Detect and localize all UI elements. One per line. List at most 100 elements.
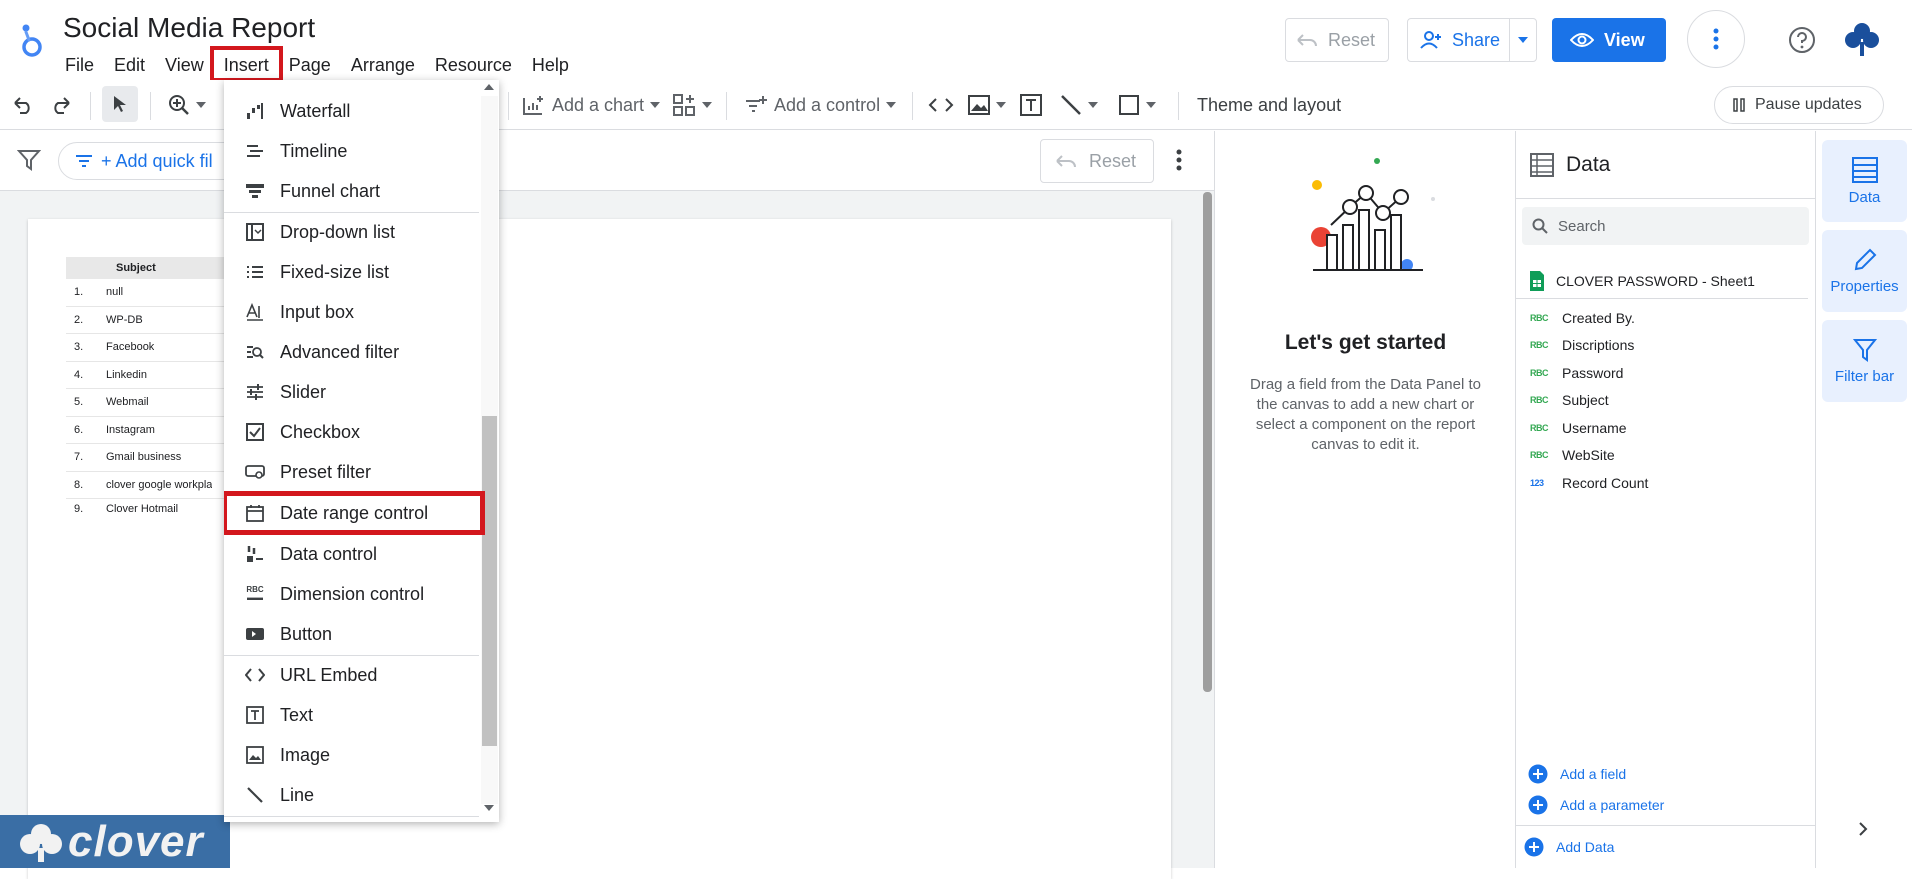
data-source-item[interactable]: CLOVER PASSWORD - Sheet1	[1516, 263, 1808, 299]
caret-down-icon	[1146, 102, 1156, 108]
url-embed-icon[interactable]	[928, 90, 954, 120]
field-item[interactable]: RBC Discriptions	[1530, 331, 1634, 358]
image-icon	[244, 744, 266, 766]
help-icon[interactable]	[1788, 26, 1816, 54]
menu-item-label: Drop-down list	[280, 221, 396, 242]
line-icon	[244, 784, 266, 806]
looker-studio-logo-icon[interactable]	[18, 20, 48, 58]
add-control-button[interactable]: Add a control	[744, 90, 897, 120]
add-data-label: Add Data	[1556, 839, 1615, 855]
code-icon	[244, 664, 266, 686]
avatar[interactable]	[1843, 20, 1881, 58]
report-title[interactable]: Social Media Report	[63, 12, 315, 44]
data-search-input[interactable]: Search	[1522, 207, 1809, 245]
menu-help[interactable]: Help	[522, 50, 579, 78]
menu-item-preset-filter[interactable]: Preset filter	[224, 453, 479, 491]
rail-properties-tab[interactable]: Properties	[1822, 230, 1907, 312]
add-chart-button[interactable]: Add a chart	[522, 90, 661, 120]
more-options-button[interactable]	[1687, 10, 1745, 68]
menu-item-line[interactable]: Line	[224, 776, 479, 814]
line-button[interactable]	[1060, 90, 1098, 120]
zoom-button[interactable]	[168, 90, 206, 120]
menu-item-timeline[interactable]: Timeline	[224, 132, 479, 170]
menu-arrange[interactable]: Arrange	[341, 50, 425, 78]
menu-item-date-range-control[interactable]: Date range control	[224, 491, 485, 535]
clover-watermark: clover	[0, 815, 230, 868]
community-visualizations-button[interactable]	[672, 90, 712, 120]
data-control-icon	[244, 543, 266, 565]
menu-item-image[interactable]: Image	[224, 736, 479, 774]
field-item[interactable]: RBC WebSite	[1530, 441, 1615, 468]
rail-properties-label: Properties	[1830, 277, 1899, 295]
redo-icon[interactable]	[50, 90, 72, 120]
search-icon	[1532, 218, 1548, 234]
add-field-button[interactable]: Add a field	[1528, 760, 1626, 788]
menu-view[interactable]: View	[155, 50, 214, 78]
share-button[interactable]: Share	[1407, 18, 1510, 62]
text-icon	[244, 704, 266, 726]
canvas-scrollbar[interactable]	[1203, 192, 1212, 692]
menu-page[interactable]: Page	[279, 50, 341, 78]
pause-updates-button[interactable]: Pause updates	[1714, 86, 1884, 124]
reset-button[interactable]: Reset	[1285, 18, 1389, 62]
menu-insert[interactable]: Insert	[209, 46, 283, 82]
menu-item-drop-down-list[interactable]: Drop-down list	[224, 213, 479, 251]
menu-item-funnel-chart[interactable]: Funnel chart	[224, 172, 479, 210]
menu-item-label: URL Embed	[280, 664, 378, 685]
filter-reset-button[interactable]: Reset	[1040, 139, 1154, 183]
menu-item-label: Date range control	[280, 502, 429, 523]
theme-and-layout-button[interactable]: Theme and layout	[1197, 90, 1341, 120]
data-panel-header: Data	[1516, 131, 1816, 199]
menu-item-button[interactable]: Button	[224, 615, 479, 653]
menu-item-fixed-size-list[interactable]: Fixed-size list	[224, 253, 479, 291]
undo-icon[interactable]	[12, 90, 34, 120]
caret-down-icon	[886, 102, 897, 108]
field-item[interactable]: 123 Record Count	[1530, 469, 1648, 496]
table-row: 7. Gmail business	[66, 444, 236, 472]
field-item[interactable]: RBC Subject	[1530, 386, 1609, 413]
menu-item-checkbox[interactable]: Checkbox	[224, 413, 479, 451]
add-parameter-button[interactable]: Add a parameter	[1528, 791, 1664, 819]
row-number: 9.	[74, 503, 84, 515]
select-tool-button[interactable]	[102, 86, 138, 122]
text-box-icon[interactable]	[1020, 90, 1042, 120]
rail-filter-bar-tab[interactable]: Filter bar	[1822, 320, 1907, 402]
rectangle-icon	[1118, 94, 1140, 116]
caret-down-icon	[196, 102, 206, 108]
table-row: 6. Instagram	[66, 417, 236, 444]
menu-item-text[interactable]: Text	[224, 696, 479, 734]
image-button[interactable]	[968, 90, 1006, 120]
menu-item-advanced-filter[interactable]: Advanced filter	[224, 333, 479, 371]
menu-item-waterfall[interactable]: Waterfall	[224, 92, 479, 130]
rail-data-tab[interactable]: Data	[1822, 140, 1907, 222]
view-button[interactable]: View	[1552, 18, 1666, 62]
add-data-button[interactable]: Add Data	[1524, 833, 1614, 861]
share-options-button[interactable]	[1509, 18, 1537, 62]
chevron-right-icon[interactable]	[1858, 821, 1868, 837]
field-item[interactable]: RBC Created By.	[1530, 304, 1635, 331]
menu-item-url-embed[interactable]: URL Embed	[224, 656, 479, 694]
add-circle-icon	[1528, 764, 1548, 784]
menu-item-slider[interactable]: Slider	[224, 373, 479, 411]
calendar-icon	[244, 502, 266, 524]
scroll-down-arrow-icon[interactable]	[484, 805, 494, 811]
menu-edit[interactable]: Edit	[104, 50, 155, 78]
cursor-arrow-icon	[113, 95, 127, 113]
menu-item-data-control[interactable]: Data control	[224, 535, 479, 573]
field-item[interactable]: RBC Username	[1530, 414, 1627, 441]
field-name: Username	[1562, 419, 1627, 436]
data-source-name: CLOVER PASSWORD - Sheet1	[1556, 272, 1755, 289]
filter-icon[interactable]	[17, 149, 41, 171]
menu-resource[interactable]: Resource	[425, 50, 522, 78]
menu-scrollbar-thumb[interactable]	[482, 416, 497, 746]
undo-reset-icon	[1055, 153, 1077, 169]
menu-item-dimension-control[interactable]: RBC ▬▬ Dimension control	[224, 575, 479, 613]
subject-table[interactable]: Subject 1. null 2. WP-DB 3. Facebook 4. Link…	[66, 257, 236, 515]
more-vert-icon[interactable]	[1176, 149, 1182, 171]
field-item[interactable]: RBC Password	[1530, 359, 1623, 386]
scroll-up-arrow-icon[interactable]	[484, 84, 494, 90]
menu-file[interactable]: File	[55, 50, 104, 78]
menu-item-input-box[interactable]: Input box	[224, 293, 479, 331]
shape-button[interactable]	[1118, 90, 1156, 120]
table-row: 5. Webmail	[66, 389, 236, 417]
